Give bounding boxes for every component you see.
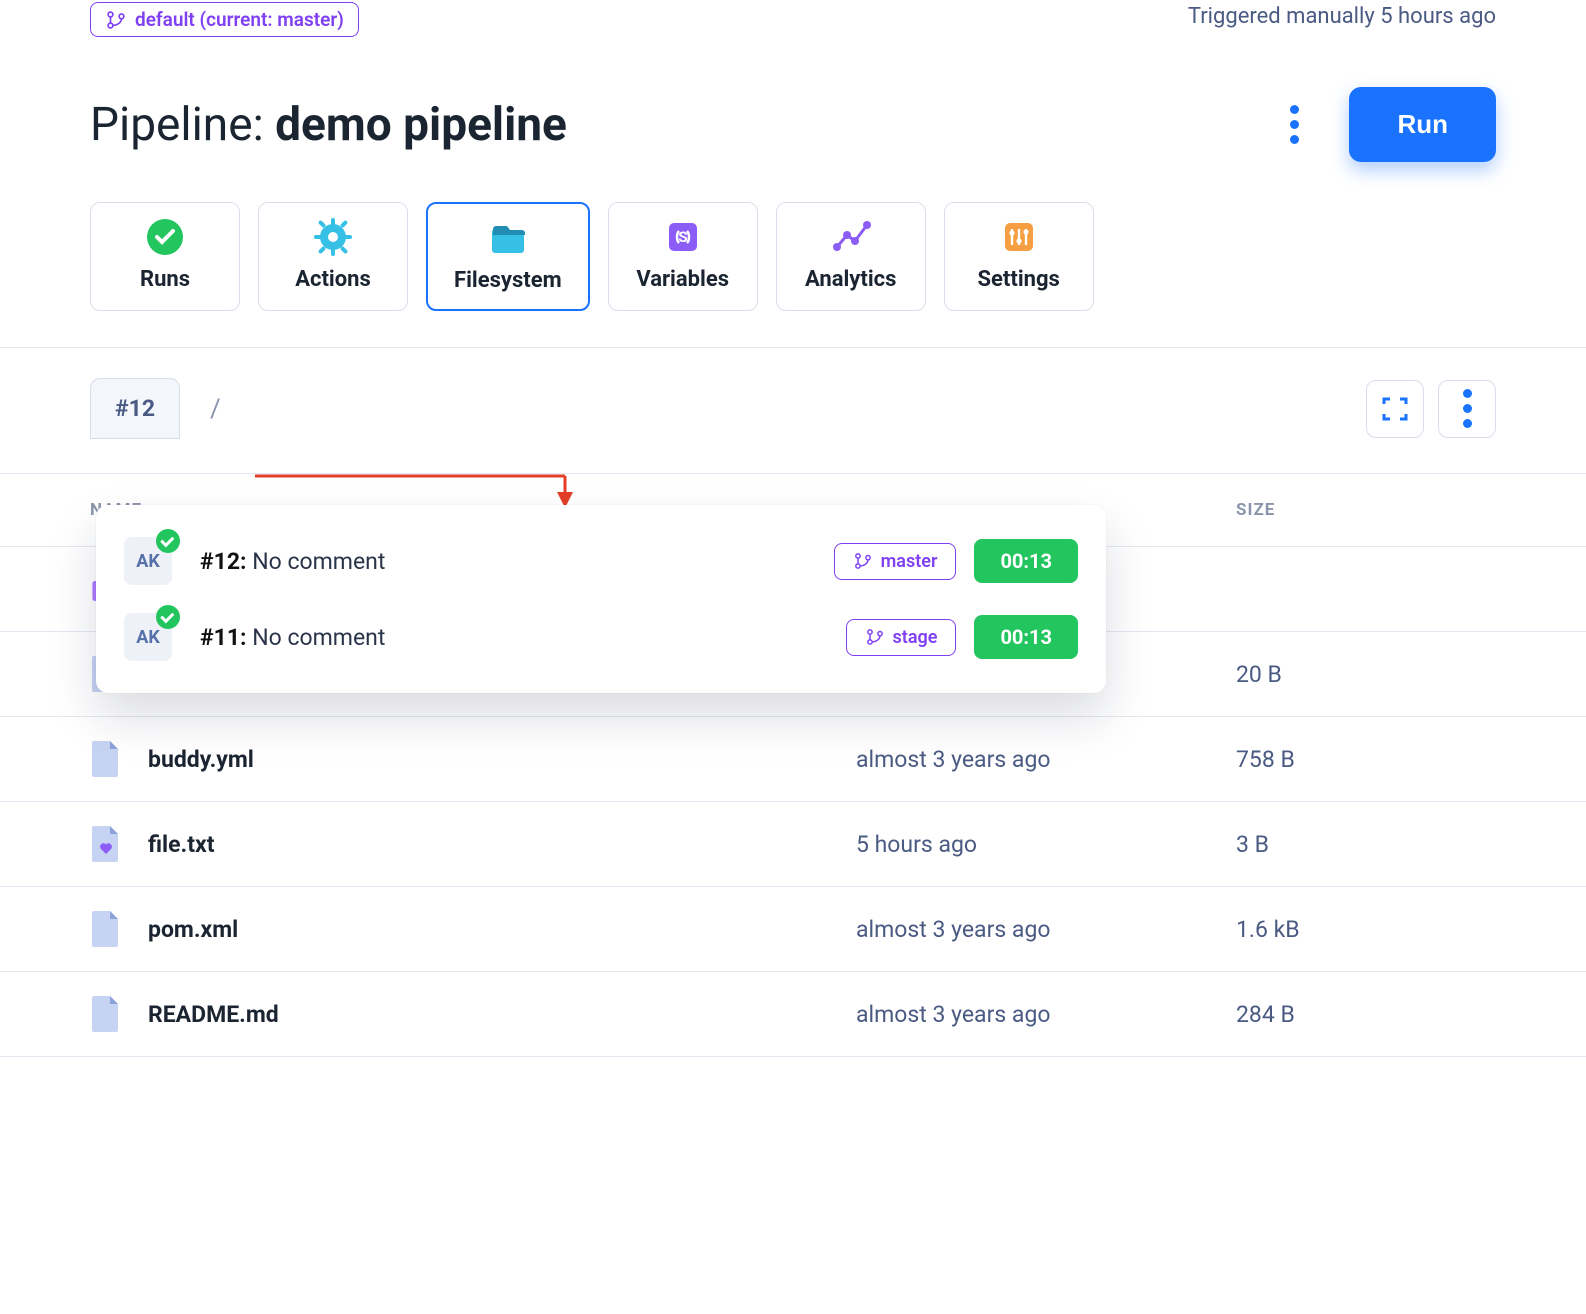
file-icon [90,913,122,945]
tab-label: Analytics [805,267,896,292]
triggered-text: Triggered manually 5 hours ago [1188,4,1496,29]
check-circle-icon [145,217,185,257]
run-option[interactable]: AK #12: No comment master 00:13 [96,523,1106,599]
col-size-header: SIZE [1236,500,1496,520]
tab-label: Runs [140,267,190,292]
expand-button[interactable] [1366,380,1424,438]
branch-label: default (current: master) [135,8,344,31]
expand-icon [1379,393,1411,425]
tab-filesystem[interactable]: Filesystem [426,202,590,311]
status-success-icon [156,605,180,629]
file-size: 20 B [1236,661,1496,688]
branch-pill[interactable]: default (current: master) [90,2,359,37]
analytics-icon [831,217,871,257]
file-name: README.md [148,1001,279,1028]
path-separator: / [210,394,221,424]
run-button[interactable]: Run [1349,87,1496,162]
branch-icon [105,9,127,31]
tab-actions[interactable]: Actions [258,202,408,311]
variable-icon: S [663,217,703,257]
branch-icon [865,627,885,647]
run-title: #12: No comment [200,548,385,575]
file-size: 284 B [1236,1001,1496,1028]
tab-analytics[interactable]: Analytics [776,202,926,311]
run-title: #11: No comment [200,624,385,651]
tab-variables[interactable]: S Variables [608,202,758,311]
tab-label: Filesystem [454,268,562,293]
file-date: almost 3 years ago [856,1001,1236,1028]
file-icon [90,998,122,1030]
pipeline-name: demo pipeline [275,98,567,152]
run-selector-popover: AK #12: No comment master 00:13 AK [96,505,1106,693]
svg-text:S: S [678,228,687,246]
table-row[interactable]: file.txt 5 hours ago 3 B [0,802,1586,887]
file-name: file.txt [148,831,214,858]
branch-badge[interactable]: stage [846,619,957,656]
sliders-icon [999,217,1039,257]
overflow-menu-button[interactable] [1280,95,1309,154]
file-date: 5 hours ago [856,831,1236,858]
file-name: buddy.yml [148,746,254,773]
tab-label: Settings [978,267,1060,292]
duration-badge: 00:13 [974,539,1078,583]
branch-icon [853,551,873,571]
branch-badge[interactable]: master [834,543,957,580]
file-date: almost 3 years ago [856,746,1236,773]
run-option[interactable]: AK #11: No comment stage 00:13 [96,599,1106,675]
tab-label: Actions [295,267,371,292]
file-size: 758 B [1236,746,1496,773]
file-heart-icon [90,828,122,860]
run-selector[interactable]: #12 [90,378,180,439]
tab-settings[interactable]: Settings [944,202,1094,311]
status-success-icon [156,529,180,553]
gear-icon [313,217,353,257]
file-name: pom.xml [148,916,238,943]
page-title-prefix: Pipeline: [90,98,275,152]
file-size: 3 B [1236,831,1496,858]
filesystem-menu-button[interactable] [1438,380,1496,438]
file-size: 1.6 kB [1236,916,1496,943]
tab-label: Variables [636,267,729,292]
dots-vertical-icon [1453,379,1482,438]
table-row[interactable]: pom.xml almost 3 years ago 1.6 kB [0,887,1586,972]
page-title: Pipeline: demo pipeline [90,98,567,152]
table-row[interactable]: buddy.yml almost 3 years ago 758 B [0,717,1586,802]
folder-icon [488,218,528,258]
tab-runs[interactable]: Runs [90,202,240,311]
file-icon [90,743,122,775]
table-row[interactable]: README.md almost 3 years ago 284 B [0,972,1586,1057]
file-date: almost 3 years ago [856,916,1236,943]
duration-badge: 00:13 [974,615,1078,659]
